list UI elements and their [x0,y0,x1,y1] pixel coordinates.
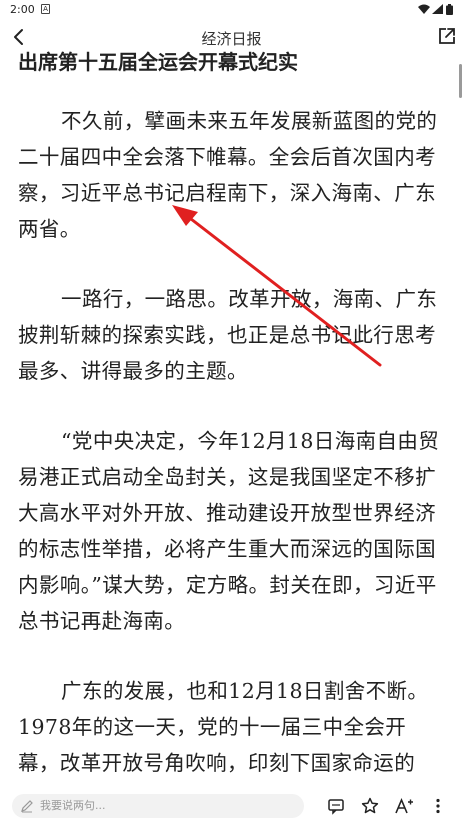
font-size-icon[interactable] [394,796,414,816]
status-time: 2:00 [10,3,35,16]
comment-input[interactable]: 我要说两句... [12,794,304,818]
article-headline: 出席第十五届全运会开幕式纪实 [18,50,298,74]
battery-icon [446,4,453,15]
signal-icon [432,4,443,14]
article-body: 出席第十五届全运会开幕式纪实 不久前，擘画未来五年发展新蓝图的党的二十届四中全会… [18,32,448,789]
article-paragraph: “党中央决定，今年12月18日海南自由贸易港正式启动全岛封关，这是我国坚定不移扩… [18,429,440,633]
pen-icon [21,800,33,813]
bottom-action-bar: 我要说两句... [0,789,463,823]
wifi-icon [418,4,430,14]
comment-placeholder: 我要说两句... [40,799,106,812]
comment-icon[interactable] [326,796,346,816]
notification-icon: A [41,4,50,14]
article-paragraph: 一路行，一路思。改革开放，海南、广东披荆斩棘的探索实践，也正是总书记此行思考最多… [18,287,438,383]
article-paragraph: 不久前，擘画未来五年发展新蓝图的党的二十届四中全会落下帷幕。全会后首次国内考察，… [18,109,438,241]
scrollbar-thumb[interactable] [459,64,462,98]
article-paragraph: 广东的发展，也和12月18日割舍不断。1978年的这一天，党的十一届三中全会开幕… [18,679,429,775]
status-bar: 2:00 A [0,0,463,20]
more-options-icon[interactable] [428,796,448,816]
star-icon[interactable] [360,796,380,816]
